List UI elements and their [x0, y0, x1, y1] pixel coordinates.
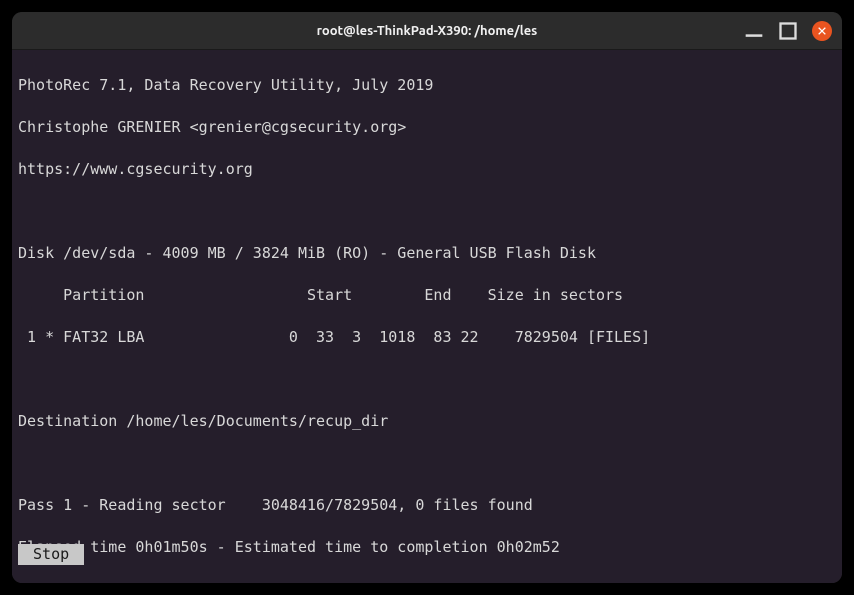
- partition-row: 1 * FAT32 LBA 0 33 3 1018 83 22 7829504 …: [18, 327, 836, 348]
- maximize-icon: [778, 21, 798, 41]
- titlebar[interactable]: root@les-ThinkPad-X390: /home/les: [12, 12, 842, 50]
- disk-info-line: Disk /dev/sda - 4009 MB / 3824 MiB (RO) …: [18, 243, 836, 264]
- window-title: root@les-ThinkPad-X390: /home/les: [317, 24, 538, 38]
- close-button[interactable]: [812, 21, 832, 41]
- url-line: https://www.cgsecurity.org: [18, 159, 836, 180]
- blank-line: [18, 201, 836, 222]
- destination-line: Destination /home/les/Documents/recup_di…: [18, 411, 836, 432]
- pass-progress-line: Pass 1 - Reading sector 3048416/7829504,…: [18, 495, 836, 516]
- minimize-icon: [744, 21, 764, 41]
- blank-line: [18, 369, 836, 390]
- author-line: Christophe GRENIER <grenier@cgsecurity.o…: [18, 117, 836, 138]
- partition-header-line: Partition Start End Size in sectors: [18, 285, 836, 306]
- terminal-content[interactable]: PhotoRec 7.1, Data Recovery Utility, Jul…: [12, 50, 842, 583]
- terminal-window: root@les-ThinkPad-X390: /home/les PhotoR…: [12, 12, 842, 583]
- app-header-line: PhotoRec 7.1, Data Recovery Utility, Jul…: [18, 75, 836, 96]
- close-icon: [817, 26, 827, 36]
- minimize-button[interactable]: [744, 21, 764, 41]
- blank-line: [18, 453, 836, 474]
- window-controls: [744, 12, 832, 49]
- stop-button[interactable]: Stop: [18, 544, 84, 565]
- maximize-button[interactable]: [778, 21, 798, 41]
- elapsed-time-line: Elapsed time 0h01m50s - Estimated time t…: [18, 537, 836, 558]
